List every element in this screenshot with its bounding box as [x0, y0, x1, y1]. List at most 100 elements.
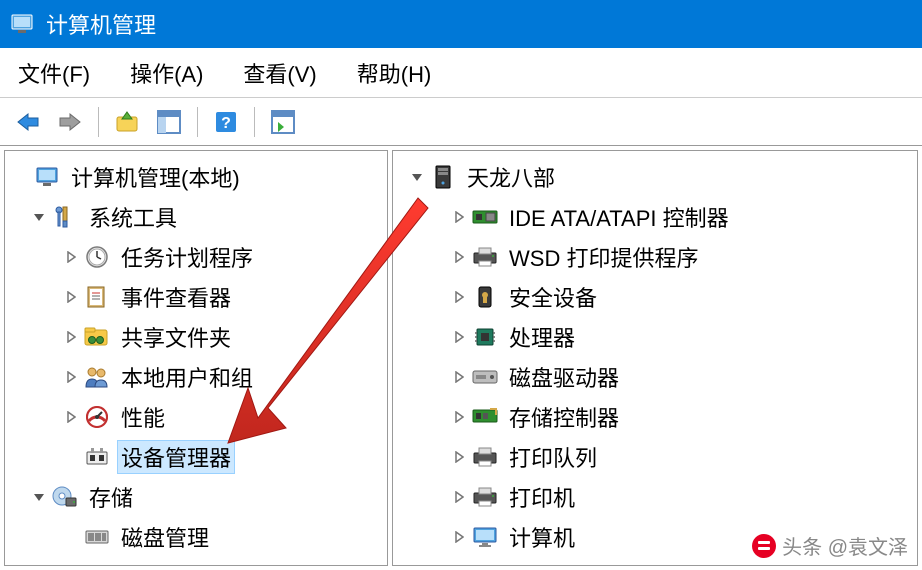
- menubar: 文件(F) 操作(A) 查看(V) 帮助(H): [0, 48, 922, 98]
- menu-view[interactable]: 查看(V): [237, 53, 322, 93]
- menu-help[interactable]: 帮助(H): [351, 53, 438, 93]
- users-icon: [83, 363, 111, 391]
- help-button[interactable]: ?: [208, 104, 244, 140]
- toolbar-separator: [98, 107, 99, 137]
- tree-task-scheduler[interactable]: 任务计划程序: [9, 237, 383, 277]
- system-tools-icon: [51, 203, 79, 231]
- computer-management-icon: [33, 163, 61, 191]
- app-icon: [8, 10, 36, 38]
- toolbar-separator: [254, 107, 255, 137]
- tree-label: 处理器: [505, 321, 579, 353]
- watermark: 头条 @袁文泽: [752, 531, 908, 560]
- tree-label: 磁盘管理: [117, 521, 213, 553]
- tree-label: IDE ATA/ATAPI 控制器: [505, 201, 733, 233]
- performance-icon: [83, 403, 111, 431]
- tree-event-viewer[interactable]: 事件查看器: [9, 277, 383, 317]
- svg-text:?: ?: [221, 115, 231, 132]
- device-processors[interactable]: 处理器: [397, 317, 913, 357]
- tree-label: WSD 打印提供程序: [505, 241, 702, 273]
- forward-button[interactable]: [52, 104, 88, 140]
- device-print-queues[interactable]: 打印队列: [397, 437, 913, 477]
- chevron-right-icon[interactable]: [59, 291, 83, 303]
- tree-label: 共享文件夹: [117, 321, 235, 353]
- tree-label: 计算机管理(本地): [67, 161, 244, 193]
- clock-icon: [83, 243, 111, 271]
- properties-button[interactable]: [265, 104, 301, 140]
- tree-label: 打印队列: [505, 441, 601, 473]
- device-storage-controllers[interactable]: 存储控制器: [397, 397, 913, 437]
- device-manager-icon: [83, 443, 111, 471]
- device-root[interactable]: 天龙八部: [397, 157, 913, 197]
- chevron-right-icon[interactable]: [447, 211, 471, 223]
- print-queue-icon: [471, 443, 499, 471]
- tree-label: 性能: [117, 401, 169, 433]
- device-printers[interactable]: 打印机: [397, 477, 913, 517]
- device-security-devices[interactable]: 安全设备: [397, 277, 913, 317]
- watermark-logo-icon: [752, 534, 776, 558]
- tree-label: 存储控制器: [505, 401, 623, 433]
- chevron-right-icon[interactable]: [447, 371, 471, 383]
- menu-action[interactable]: 操作(A): [124, 53, 209, 93]
- printer-icon: [471, 243, 499, 271]
- chevron-right-icon[interactable]: [59, 411, 83, 423]
- disk-management-icon: [83, 523, 111, 551]
- back-button[interactable]: [10, 104, 46, 140]
- watermark-text: 头条 @袁文泽: [782, 531, 908, 560]
- tree-label: 存储: [85, 481, 137, 513]
- device-wsd-print-provider[interactable]: WSD 打印提供程序: [397, 237, 913, 277]
- tree-label: 天龙八部: [463, 161, 559, 193]
- window-title: 计算机管理: [46, 8, 156, 40]
- tree-label: 计算机: [505, 521, 579, 553]
- chevron-right-icon[interactable]: [447, 451, 471, 463]
- tree-label: 本地用户和组: [117, 361, 257, 393]
- disk-drive-icon: [471, 363, 499, 391]
- device-disk-drives[interactable]: 磁盘驱动器: [397, 357, 913, 397]
- monitor-icon: [471, 523, 499, 551]
- ide-controller-icon: [471, 203, 499, 231]
- tree-disk-management[interactable]: ▶ 磁盘管理: [9, 517, 383, 557]
- tree-shared-folders[interactable]: 共享文件夹: [9, 317, 383, 357]
- chevron-right-icon[interactable]: [447, 411, 471, 423]
- tree-label: 磁盘驱动器: [505, 361, 623, 393]
- show-hide-tree-button[interactable]: [151, 104, 187, 140]
- tree-label: 系统工具: [85, 201, 181, 233]
- tree-label: 打印机: [505, 481, 579, 513]
- tree-device-manager[interactable]: ▶ 设备管理器: [9, 437, 383, 477]
- computer-icon: [429, 163, 457, 191]
- chevron-right-icon[interactable]: [447, 251, 471, 263]
- toolbar: ?: [0, 98, 922, 146]
- tree-local-users-groups[interactable]: 本地用户和组: [9, 357, 383, 397]
- left-tree-pane: ▶ 计算机管理(本地) 系统工具 任务计划程序 事件查看器: [4, 150, 388, 566]
- chevron-right-icon[interactable]: [59, 331, 83, 343]
- chevron-down-icon[interactable]: [27, 211, 51, 223]
- storage-icon: [51, 483, 79, 511]
- tree-system-tools[interactable]: 系统工具: [9, 197, 383, 237]
- chevron-right-icon[interactable]: [447, 291, 471, 303]
- chevron-right-icon[interactable]: [59, 371, 83, 383]
- tree-performance[interactable]: 性能: [9, 397, 383, 437]
- printer-icon: [471, 483, 499, 511]
- titlebar: 计算机管理: [0, 0, 922, 48]
- up-button[interactable]: [109, 104, 145, 140]
- toolbar-separator: [197, 107, 198, 137]
- chevron-right-icon[interactable]: [447, 331, 471, 343]
- device-ide-controllers[interactable]: IDE ATA/ATAPI 控制器: [397, 197, 913, 237]
- processor-icon: [471, 323, 499, 351]
- tree-root-computer-management[interactable]: ▶ 计算机管理(本地): [9, 157, 383, 197]
- shared-folders-icon: [83, 323, 111, 351]
- chevron-right-icon[interactable]: [447, 491, 471, 503]
- chevron-down-icon[interactable]: [27, 491, 51, 503]
- content-panes: ▶ 计算机管理(本地) 系统工具 任务计划程序 事件查看器: [0, 146, 922, 570]
- tree-label: 设备管理器: [117, 440, 235, 474]
- tree-label: 安全设备: [505, 281, 601, 313]
- chevron-down-icon[interactable]: [405, 171, 429, 183]
- chevron-right-icon[interactable]: [447, 531, 471, 543]
- tree-label: 任务计划程序: [117, 241, 257, 273]
- tree-storage[interactable]: 存储: [9, 477, 383, 517]
- chevron-right-icon[interactable]: [59, 251, 83, 263]
- storage-controller-icon: [471, 403, 499, 431]
- security-device-icon: [471, 283, 499, 311]
- menu-file[interactable]: 文件(F): [12, 53, 96, 93]
- right-tree-pane: 天龙八部 IDE ATA/ATAPI 控制器 WSD 打印提供程序 安全设备: [392, 150, 918, 566]
- event-viewer-icon: [83, 283, 111, 311]
